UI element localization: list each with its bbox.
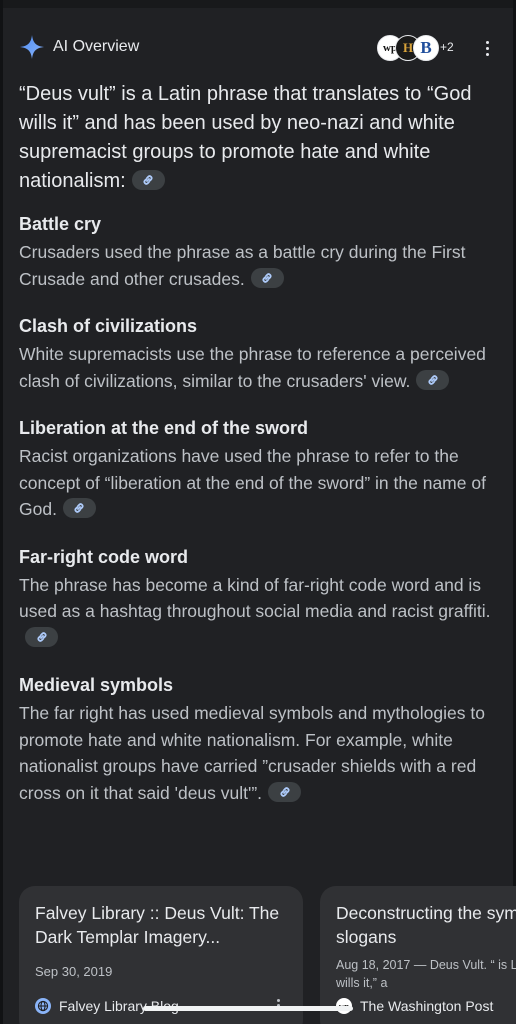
link-icon[interactable]: [62, 498, 96, 519]
link-icon[interactable]: [250, 267, 284, 288]
link-icon[interactable]: [268, 781, 302, 802]
intro-text: “Deus vult” is a Latin phrase that trans…: [19, 83, 472, 192]
card-title[interactable]: Falvey Library :: Deus Vult: The Dark Te…: [35, 901, 297, 949]
section-body-text: Crusaders used the phrase as a battle cr…: [19, 242, 466, 289]
home-indicator[interactable]: [143, 1006, 353, 1011]
section-body: The far right has used medieval symbols …: [19, 700, 499, 806]
ai-overview-panel: AI Overview wp H B +2 “Deus vult” is a L…: [0, 0, 516, 1024]
link-icon[interactable]: [25, 626, 58, 647]
section-title: Battle cry: [19, 214, 102, 234]
source-cards-carousel[interactable]: Falvey Library :: Deus Vult: The Dark Te…: [19, 886, 516, 1024]
link-icon[interactable]: [131, 169, 165, 190]
card-snippet: Aug 18, 2017 — Deus Vult. “ is Latin for…: [336, 958, 516, 990]
gemini-sparkle-icon: [20, 35, 44, 59]
section-body: Racist organizations have used the phras…: [19, 443, 499, 523]
section-battle-cry: Battle cry Crusaders used the phrase as …: [19, 212, 499, 292]
section-body-text: The far right has used medieval symbols …: [19, 703, 485, 803]
globe-icon: [35, 998, 51, 1014]
section-body-text: The phrase has become a kind of far-righ…: [19, 574, 491, 622]
section-title: Liberation at the end of the sword: [19, 418, 309, 438]
section-medieval-symbols: Medieval symbols The far right has used …: [19, 673, 499, 806]
more-vert-icon[interactable]: [475, 34, 499, 62]
blog-source-icon[interactable]: B: [413, 35, 439, 61]
overview-content: “Deus vult” is a Latin phrase that trans…: [19, 80, 499, 806]
section-clash-of-civilizations: Clash of civilizations White supremacist…: [19, 314, 499, 394]
card-date: Sep 30, 2019: [35, 964, 113, 979]
section-body: Crusaders used the phrase as a battle cr…: [19, 239, 499, 292]
source-avatars[interactable]: wp H B +2: [377, 35, 463, 61]
link-icon[interactable]: [416, 369, 450, 390]
source-card[interactable]: Falvey Library :: Deus Vult: The Dark Te…: [19, 886, 303, 1024]
source-card[interactable]: Deconstructing the symbols and slogans A…: [320, 886, 516, 1024]
card-title[interactable]: Deconstructing the symbols and slogans: [336, 901, 516, 949]
section-body: White supremacists use the phrase to ref…: [19, 341, 499, 394]
ai-overview-header: AI Overview wp H B +2: [19, 34, 499, 62]
section-body: The phrase has become a kind of far-righ…: [19, 572, 499, 652]
section-title: Clash of civilizations: [19, 316, 198, 336]
screen-edge-left: [0, 0, 3, 1024]
card-source-name: The Washington Post: [360, 998, 494, 1014]
top-strip: [0, 0, 516, 8]
section-far-right-code-word: Far-right code word The phrase has becom…: [19, 545, 499, 652]
section-title: Medieval symbols: [19, 675, 174, 695]
section-title: Far-right code word: [19, 546, 189, 567]
intro-paragraph: “Deus vult” is a Latin phrase that trans…: [19, 80, 499, 196]
section-liberation: Liberation at the end of the sword Racis…: [19, 416, 499, 523]
card-source[interactable]: wp The Washington Post: [336, 998, 493, 1014]
more-sources-count[interactable]: +2: [440, 40, 454, 54]
ai-overview-title: AI Overview: [53, 38, 140, 55]
